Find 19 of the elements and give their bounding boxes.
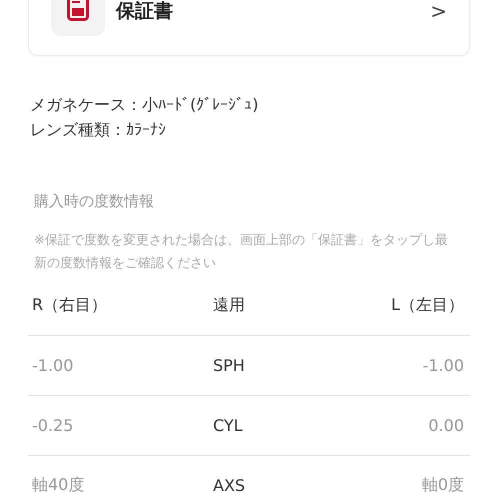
detail-text: メガネケース：小ﾊｰﾄﾞ(ｸﾞﾚｰｼﾞｭ) <box>30 94 260 116</box>
row-label: CYL <box>213 416 243 435</box>
table-cell: -0.25 <box>32 416 74 435</box>
table-cell: 軸40度 <box>32 475 84 496</box>
warranty-card[interactable]: 保証書 > <box>28 0 470 56</box>
column-header: 遠用 <box>213 294 245 316</box>
chevron-icon: > <box>430 0 447 23</box>
column-header: R（右目） <box>32 294 108 316</box>
detail-text: レンズ種類：ｶﾗｰﾅｼ <box>30 119 167 141</box>
row-label: AXS <box>213 476 246 495</box>
section-title: 購入時の度数情報 <box>33 192 155 211</box>
table-cell: 0.00 <box>428 416 464 435</box>
card-title: 保証書 <box>116 0 174 24</box>
row-label: SPH <box>213 356 245 375</box>
table-cell: -1.00 <box>32 356 74 375</box>
column-header: L（左目） <box>391 294 464 316</box>
table-cell: 軸0度 <box>422 475 464 496</box>
table-cell: -1.00 <box>422 356 464 375</box>
note-text: ※保証で度数を変更された場合は、画面上部の「保証書」をタップし最新の度数情報をご確認ください <box>33 232 449 273</box>
